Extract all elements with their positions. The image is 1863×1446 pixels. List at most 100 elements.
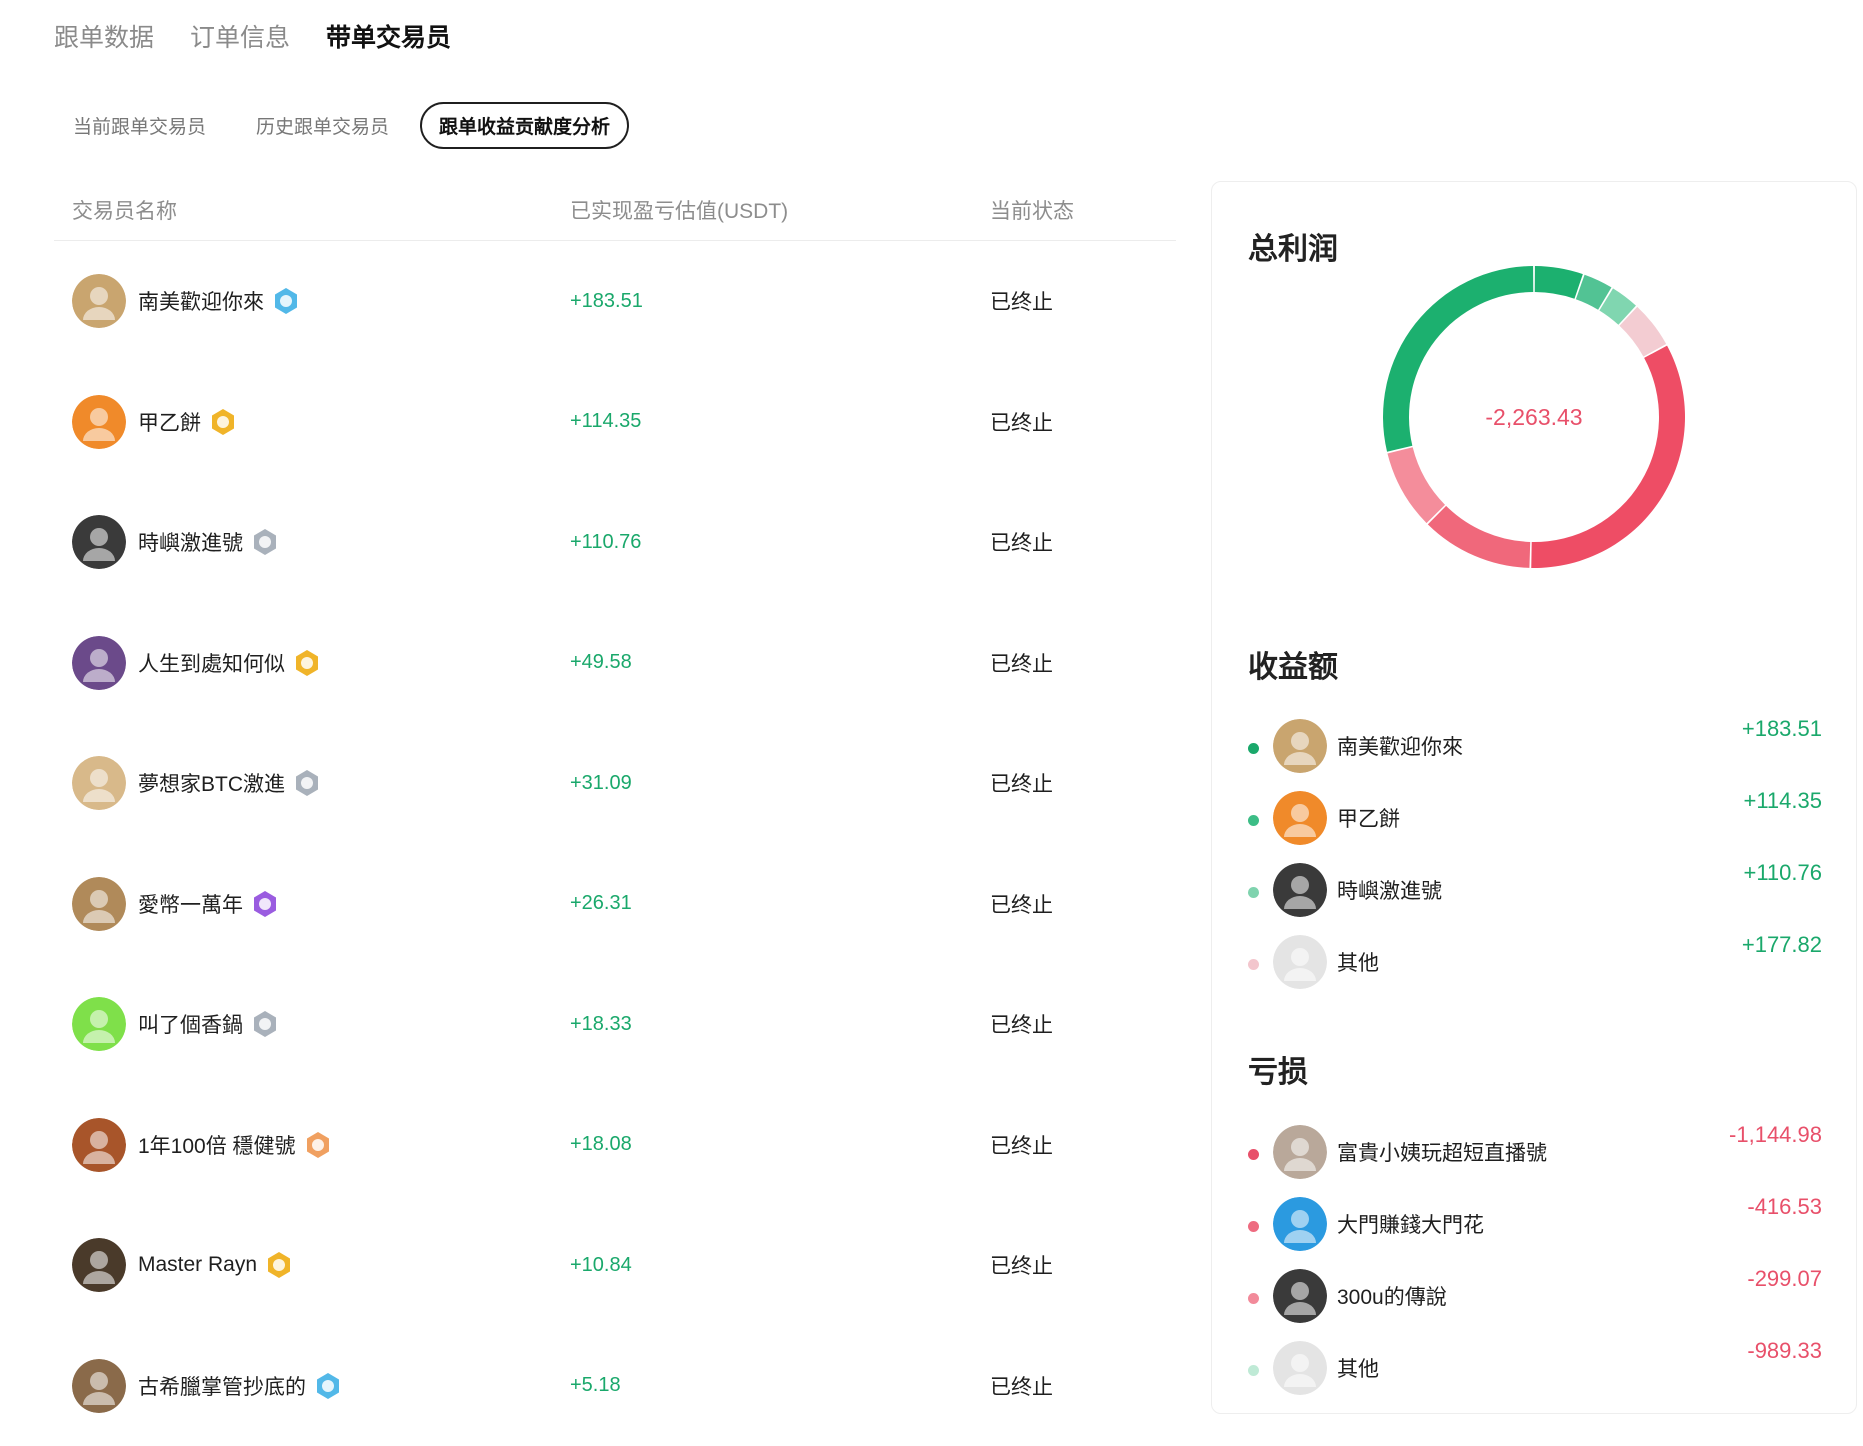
rank-medal-icon xyxy=(209,408,237,436)
legend-avatar xyxy=(1273,1125,1327,1179)
trader-name[interactable]: 愛幣一萬年 xyxy=(138,889,243,919)
donut-center-value: -2,263.43 xyxy=(1383,266,1685,568)
rank-medal-icon xyxy=(304,1131,332,1159)
legend-name: 大門賺錢大門花 xyxy=(1337,1209,1484,1239)
realized-pnl: +183.51 xyxy=(570,290,990,313)
trader-cell[interactable]: 愛幣一萬年 xyxy=(54,877,570,931)
table-header: 交易员名称 已实现盈亏估值(USDT) 当前状态 xyxy=(54,180,1176,241)
rank-medal-icon xyxy=(251,1010,279,1038)
trader-cell[interactable]: 時嶼激進號 xyxy=(54,515,570,569)
trader-cell[interactable]: 叫了個香鍋 xyxy=(54,997,570,1051)
table-row[interactable]: 夢想家BTC激進+31.09已终止 xyxy=(54,723,1176,844)
gain-title: 收益额 xyxy=(1248,642,1338,686)
trader-avatar xyxy=(72,636,126,690)
trader-cell[interactable]: Master Rayn xyxy=(54,1238,570,1292)
legend-name: 其他 xyxy=(1337,1353,1379,1383)
table-row[interactable]: 人生到處知何似 +49.58已终止 xyxy=(54,603,1176,724)
trader-table: 交易员名称 已实现盈亏估值(USDT) 当前状态 南美歡迎你來 +183.51 已终… xyxy=(54,180,1176,1446)
legend-dot xyxy=(1248,1149,1259,1160)
donut-chart: -2,263.43 xyxy=(1383,266,1685,568)
trader-avatar xyxy=(72,395,126,449)
trader-avatar xyxy=(72,1118,126,1172)
legend-dot xyxy=(1248,887,1259,898)
legend-value: -416.53 xyxy=(1747,1194,1822,1220)
rank-medal-icon xyxy=(314,1372,342,1400)
realized-pnl: +110.76 xyxy=(570,531,990,554)
table-row[interactable]: 甲乙餅+114.35已终止 xyxy=(54,362,1176,483)
legend-value: -989.33 xyxy=(1747,1338,1822,1364)
subtab-current-traders[interactable]: 当前跟单交易员 xyxy=(54,102,225,149)
trader-avatar xyxy=(72,274,126,328)
realized-pnl: +26.31 xyxy=(570,892,990,915)
legend-avatar xyxy=(1273,1197,1327,1251)
trader-cell[interactable]: 人生到處知何似 xyxy=(54,636,570,690)
table-row[interactable]: 愛幣一萬年 +26.31已终止 xyxy=(54,844,1176,965)
legend-avatar xyxy=(1273,791,1327,845)
trader-name[interactable]: 時嶼激進號 xyxy=(138,527,243,557)
legend-item: 大門賺錢大門花 -416.53 xyxy=(1248,1188,1822,1260)
trader-name[interactable]: 南美歡迎你來 xyxy=(138,286,264,316)
trader-cell[interactable]: 南美歡迎你來 xyxy=(54,274,570,328)
trader-cell[interactable]: 古希臘掌管抄底的 xyxy=(54,1359,570,1413)
legend-name: 南美歡迎你來 xyxy=(1337,731,1463,761)
realized-pnl: +10.84 xyxy=(570,1254,990,1277)
tab-copy-data[interactable]: 跟单数据 xyxy=(54,22,154,54)
rank-medal-icon xyxy=(251,890,279,918)
legend-avatar xyxy=(1273,935,1327,989)
trader-cell[interactable]: 甲乙餅 xyxy=(54,395,570,449)
rank-medal-icon xyxy=(293,649,321,677)
legend-name: 其他 xyxy=(1337,947,1379,977)
trader-avatar xyxy=(72,1359,126,1413)
legend-name: 300u的傳說 xyxy=(1337,1281,1447,1311)
table-body: 南美歡迎你來 +183.51 已终止 甲乙餅+114.35已终止時嶼激進號 +110.7… xyxy=(54,241,1176,1446)
legend-avatar xyxy=(1273,863,1327,917)
realized-pnl: +49.58 xyxy=(570,651,990,674)
trader-name[interactable]: 叫了個香鍋 xyxy=(138,1009,243,1039)
loss-list: 富貴小姨玩超短直播號-1,144.98大門賺錢大門花-416.53300u的傳說… xyxy=(1248,1116,1822,1404)
legend-item: 300u的傳說 -299.07 xyxy=(1248,1260,1822,1332)
sub-tabs: 当前跟单交易员 历史跟单交易员 跟单收益贡献度分析 xyxy=(54,102,629,149)
trader-cell[interactable]: 夢想家BTC激進 xyxy=(54,756,570,810)
trader-name[interactable]: 甲乙餅 xyxy=(138,407,201,437)
tab-order-info[interactable]: 订单信息 xyxy=(190,22,290,54)
legend-item: 其他 -989.33 xyxy=(1248,1332,1822,1404)
trader-cell[interactable]: 1年100倍 穩健號 xyxy=(54,1118,570,1172)
trader-name[interactable]: 人生到處知何似 xyxy=(138,648,285,678)
trader-name[interactable]: 古希臘掌管抄底的 xyxy=(138,1371,306,1401)
table-row[interactable]: 叫了個香鍋+18.33已终止 xyxy=(54,964,1176,1085)
header-realized-pnl: 已实现盈亏估值(USDT) xyxy=(570,195,990,225)
legend-value: -299.07 xyxy=(1747,1266,1822,1292)
trader-name[interactable]: 夢想家BTC激進 xyxy=(138,768,285,798)
trader-status: 已终止 xyxy=(990,527,1176,557)
profit-panel: 总利润 -2,263.43 收益额 南美歡迎你來+183.51甲乙餅+114.3… xyxy=(1211,181,1857,1414)
trader-status: 已终止 xyxy=(990,648,1176,678)
table-row[interactable]: 古希臘掌管抄底的+5.18已终止 xyxy=(54,1326,1176,1446)
trader-status: 已终止 xyxy=(990,889,1176,919)
table-row[interactable]: 1年100倍 穩健號+18.08已终止 xyxy=(54,1085,1176,1206)
trader-avatar xyxy=(72,997,126,1051)
table-row[interactable]: 時嶼激進號 +110.76已终止 xyxy=(54,482,1176,603)
rank-medal-icon xyxy=(272,287,300,315)
legend-dot xyxy=(1248,743,1259,754)
gain-list: 南美歡迎你來+183.51甲乙餅+114.35時嶼激進號+110.76其他+17… xyxy=(1248,710,1822,998)
legend-avatar xyxy=(1273,1341,1327,1395)
legend-dot xyxy=(1248,1221,1259,1232)
legend-item: 甲乙餅+114.35 xyxy=(1248,782,1822,854)
legend-name: 富貴小姨玩超短直播號 xyxy=(1337,1137,1547,1167)
rank-medal-icon xyxy=(265,1251,293,1279)
table-row[interactable]: 南美歡迎你來+183.51已终止 xyxy=(54,241,1176,362)
table-row[interactable]: Master Rayn+10.84已终止 xyxy=(54,1205,1176,1326)
legend-item: 南美歡迎你來+183.51 xyxy=(1248,710,1822,782)
legend-dot xyxy=(1248,1293,1259,1304)
trader-status: 已终止 xyxy=(990,1009,1176,1039)
subtab-contribution-analysis[interactable]: 跟单收益贡献度分析 xyxy=(420,102,629,149)
legend-avatar xyxy=(1273,1269,1327,1323)
trader-name[interactable]: Master Rayn xyxy=(138,1253,257,1277)
legend-dot xyxy=(1248,815,1259,826)
rank-medal-icon xyxy=(293,769,321,797)
tab-lead-traders[interactable]: 带单交易员 xyxy=(326,22,451,54)
trader-name[interactable]: 1年100倍 穩健號 xyxy=(138,1130,296,1160)
subtab-history-traders[interactable]: 历史跟单交易员 xyxy=(237,102,408,149)
trader-avatar xyxy=(72,877,126,931)
header-trader-name: 交易员名称 xyxy=(54,195,570,225)
